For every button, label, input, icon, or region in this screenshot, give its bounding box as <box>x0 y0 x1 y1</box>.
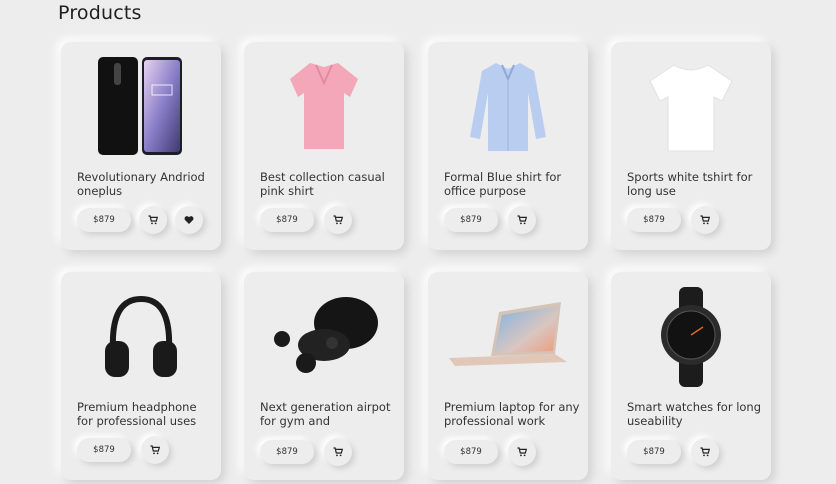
cart-icon <box>150 445 160 455</box>
product-card[interactable]: Smart watches for long useability $879 <box>611 272 771 480</box>
product-card[interactable]: Sports white tshirt for long use $879 <box>611 42 771 250</box>
headphones-image <box>61 282 221 392</box>
cart-icon <box>517 215 527 225</box>
cart-icon <box>333 447 343 457</box>
product-card[interactable]: Revolutionary Andriod oneplus $879 <box>61 42 221 250</box>
smartphone-image <box>61 52 221 162</box>
price-button[interactable]: $879 <box>260 208 314 232</box>
add-to-cart-button[interactable] <box>139 206 167 234</box>
add-to-cart-button[interactable] <box>141 436 169 464</box>
product-name: Formal Blue shirt for office purpose <box>444 170 562 198</box>
price-button[interactable]: $879 <box>260 440 314 464</box>
smartwatch-image <box>611 282 771 392</box>
earbuds-image <box>244 282 404 392</box>
wishlist-button[interactable] <box>175 206 203 234</box>
price-button[interactable]: $879 <box>627 208 681 232</box>
heart-icon <box>184 216 194 224</box>
product-name: Premium laptop for any professional work <box>444 400 580 428</box>
laptop-image <box>428 282 588 392</box>
add-to-cart-button[interactable] <box>691 206 719 234</box>
add-to-cart-button[interactable] <box>324 438 352 466</box>
add-to-cart-button[interactable] <box>508 438 536 466</box>
pink-polo-shirt-image <box>244 52 404 162</box>
product-name: Premium headphone for professional uses <box>77 400 197 428</box>
cart-icon <box>517 447 527 457</box>
cart-icon <box>333 215 343 225</box>
add-to-cart-button[interactable] <box>691 438 719 466</box>
price-button[interactable]: $879 <box>444 208 498 232</box>
price-button[interactable]: $879 <box>627 440 681 464</box>
product-name: Best collection casual pink shirt <box>260 170 385 198</box>
product-card[interactable]: Next generation airpot for gym and $879 <box>244 272 404 480</box>
product-name: Smart watches for long useability <box>627 400 762 428</box>
product-name: Revolutionary Andriod oneplus <box>77 170 205 198</box>
price-button[interactable]: $879 <box>77 438 131 462</box>
product-card[interactable]: Premium headphone for professional uses … <box>61 272 221 480</box>
price-button[interactable]: $879 <box>444 440 498 464</box>
add-to-cart-button[interactable] <box>324 206 352 234</box>
add-to-cart-button[interactable] <box>508 206 536 234</box>
product-grid: Revolutionary Andriod oneplus $879 Best … <box>0 0 836 484</box>
product-card[interactable]: Premium laptop for any professional work… <box>428 272 588 480</box>
white-tshirt-image <box>611 52 771 162</box>
product-card[interactable]: Best collection casual pink shirt $879 <box>244 42 404 250</box>
cart-icon <box>148 215 158 225</box>
cart-icon <box>700 447 710 457</box>
blue-formal-shirt-image <box>428 52 588 162</box>
product-card[interactable]: Formal Blue shirt for office purpose $87… <box>428 42 588 250</box>
product-name: Sports white tshirt for long use <box>627 170 753 198</box>
cart-icon <box>700 215 710 225</box>
product-name: Next generation airpot for gym and <box>260 400 391 428</box>
price-button[interactable]: $879 <box>77 208 131 232</box>
